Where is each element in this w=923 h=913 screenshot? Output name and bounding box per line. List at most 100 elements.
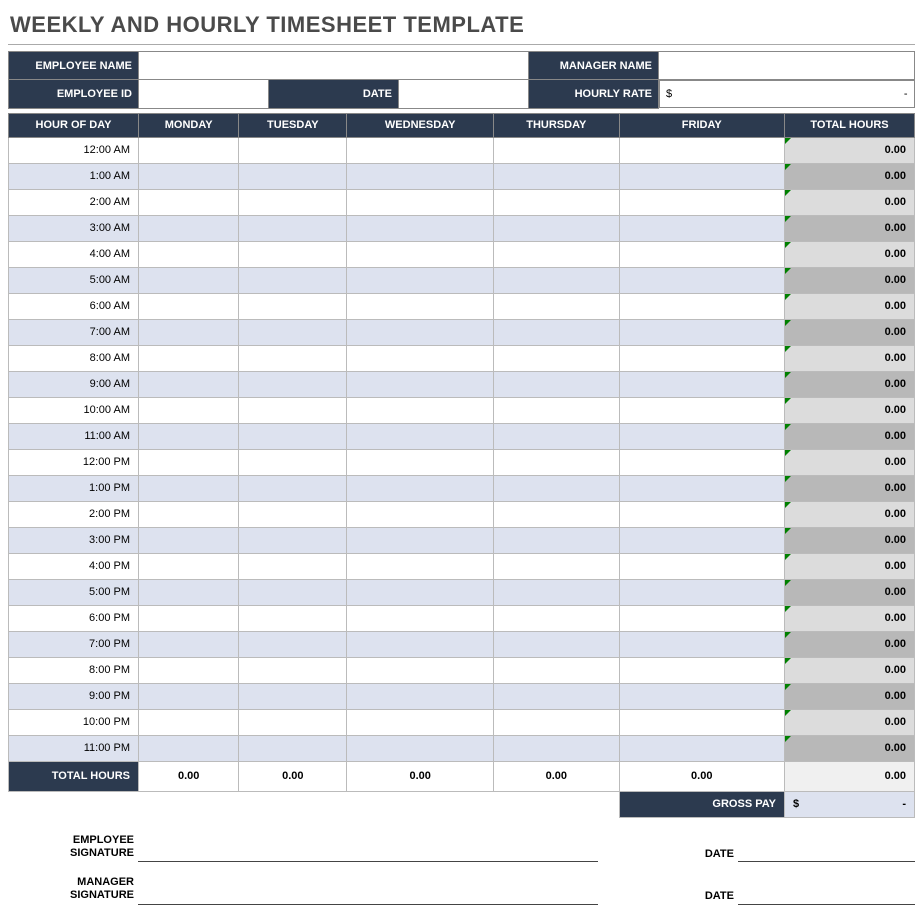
cell-thu[interactable] xyxy=(494,189,619,215)
cell-fri[interactable] xyxy=(619,501,784,527)
cell-wed[interactable] xyxy=(347,371,494,397)
cell-fri[interactable] xyxy=(619,345,784,371)
cell-wed[interactable] xyxy=(347,709,494,735)
manager-signature-date-line[interactable] xyxy=(738,874,915,904)
cell-tue[interactable] xyxy=(239,579,347,605)
cell-mon[interactable] xyxy=(139,267,239,293)
employee-id-field[interactable] xyxy=(139,80,269,109)
cell-thu[interactable] xyxy=(494,475,619,501)
cell-tue[interactable] xyxy=(239,397,347,423)
cell-mon[interactable] xyxy=(139,423,239,449)
cell-mon[interactable] xyxy=(139,501,239,527)
cell-tue[interactable] xyxy=(239,657,347,683)
cell-mon[interactable] xyxy=(139,475,239,501)
cell-mon[interactable] xyxy=(139,189,239,215)
cell-wed[interactable] xyxy=(347,319,494,345)
cell-wed[interactable] xyxy=(347,683,494,709)
cell-thu[interactable] xyxy=(494,709,619,735)
cell-mon[interactable] xyxy=(139,163,239,189)
cell-fri[interactable] xyxy=(619,553,784,579)
cell-thu[interactable] xyxy=(494,501,619,527)
cell-tue[interactable] xyxy=(239,371,347,397)
cell-mon[interactable] xyxy=(139,735,239,761)
cell-fri[interactable] xyxy=(619,657,784,683)
cell-tue[interactable] xyxy=(239,137,347,163)
cell-fri[interactable] xyxy=(619,293,784,319)
cell-thu[interactable] xyxy=(494,449,619,475)
cell-mon[interactable] xyxy=(139,345,239,371)
cell-fri[interactable] xyxy=(619,527,784,553)
cell-tue[interactable] xyxy=(239,631,347,657)
cell-wed[interactable] xyxy=(347,163,494,189)
cell-mon[interactable] xyxy=(139,683,239,709)
cell-tue[interactable] xyxy=(239,553,347,579)
cell-thu[interactable] xyxy=(494,397,619,423)
cell-fri[interactable] xyxy=(619,631,784,657)
cell-tue[interactable] xyxy=(239,605,347,631)
cell-wed[interactable] xyxy=(347,397,494,423)
cell-mon[interactable] xyxy=(139,631,239,657)
cell-wed[interactable] xyxy=(347,735,494,761)
cell-mon[interactable] xyxy=(139,605,239,631)
cell-thu[interactable] xyxy=(494,631,619,657)
cell-thu[interactable] xyxy=(494,163,619,189)
cell-mon[interactable] xyxy=(139,657,239,683)
cell-thu[interactable] xyxy=(494,423,619,449)
cell-tue[interactable] xyxy=(239,189,347,215)
cell-thu[interactable] xyxy=(494,657,619,683)
cell-thu[interactable] xyxy=(494,605,619,631)
cell-tue[interactable] xyxy=(239,423,347,449)
cell-wed[interactable] xyxy=(347,605,494,631)
cell-mon[interactable] xyxy=(139,215,239,241)
cell-wed[interactable] xyxy=(347,137,494,163)
cell-tue[interactable] xyxy=(239,241,347,267)
cell-thu[interactable] xyxy=(494,553,619,579)
cell-fri[interactable] xyxy=(619,683,784,709)
cell-wed[interactable] xyxy=(347,657,494,683)
employee-signature-line[interactable] xyxy=(138,832,598,862)
employee-name-field[interactable] xyxy=(139,52,529,80)
cell-mon[interactable] xyxy=(139,241,239,267)
cell-tue[interactable] xyxy=(239,319,347,345)
cell-wed[interactable] xyxy=(347,345,494,371)
manager-signature-line[interactable] xyxy=(138,874,598,904)
cell-thu[interactable] xyxy=(494,293,619,319)
hourly-rate-field[interactable]: $ - xyxy=(659,80,915,108)
cell-thu[interactable] xyxy=(494,345,619,371)
cell-fri[interactable] xyxy=(619,397,784,423)
cell-mon[interactable] xyxy=(139,371,239,397)
cell-fri[interactable] xyxy=(619,735,784,761)
cell-thu[interactable] xyxy=(494,683,619,709)
cell-wed[interactable] xyxy=(347,631,494,657)
cell-wed[interactable] xyxy=(347,241,494,267)
cell-mon[interactable] xyxy=(139,527,239,553)
cell-fri[interactable] xyxy=(619,267,784,293)
cell-wed[interactable] xyxy=(347,423,494,449)
cell-mon[interactable] xyxy=(139,293,239,319)
cell-thu[interactable] xyxy=(494,527,619,553)
cell-mon[interactable] xyxy=(139,449,239,475)
cell-fri[interactable] xyxy=(619,163,784,189)
cell-thu[interactable] xyxy=(494,241,619,267)
cell-fri[interactable] xyxy=(619,605,784,631)
cell-tue[interactable] xyxy=(239,709,347,735)
cell-fri[interactable] xyxy=(619,709,784,735)
cell-fri[interactable] xyxy=(619,319,784,345)
cell-mon[interactable] xyxy=(139,553,239,579)
cell-wed[interactable] xyxy=(347,293,494,319)
cell-thu[interactable] xyxy=(494,579,619,605)
cell-mon[interactable] xyxy=(139,137,239,163)
cell-wed[interactable] xyxy=(347,475,494,501)
cell-fri[interactable] xyxy=(619,189,784,215)
cell-mon[interactable] xyxy=(139,709,239,735)
cell-thu[interactable] xyxy=(494,371,619,397)
cell-mon[interactable] xyxy=(139,397,239,423)
date-field[interactable] xyxy=(399,80,529,109)
cell-thu[interactable] xyxy=(494,735,619,761)
cell-fri[interactable] xyxy=(619,371,784,397)
manager-name-field[interactable] xyxy=(659,52,915,80)
cell-thu[interactable] xyxy=(494,137,619,163)
cell-tue[interactable] xyxy=(239,267,347,293)
cell-wed[interactable] xyxy=(347,527,494,553)
cell-thu[interactable] xyxy=(494,215,619,241)
